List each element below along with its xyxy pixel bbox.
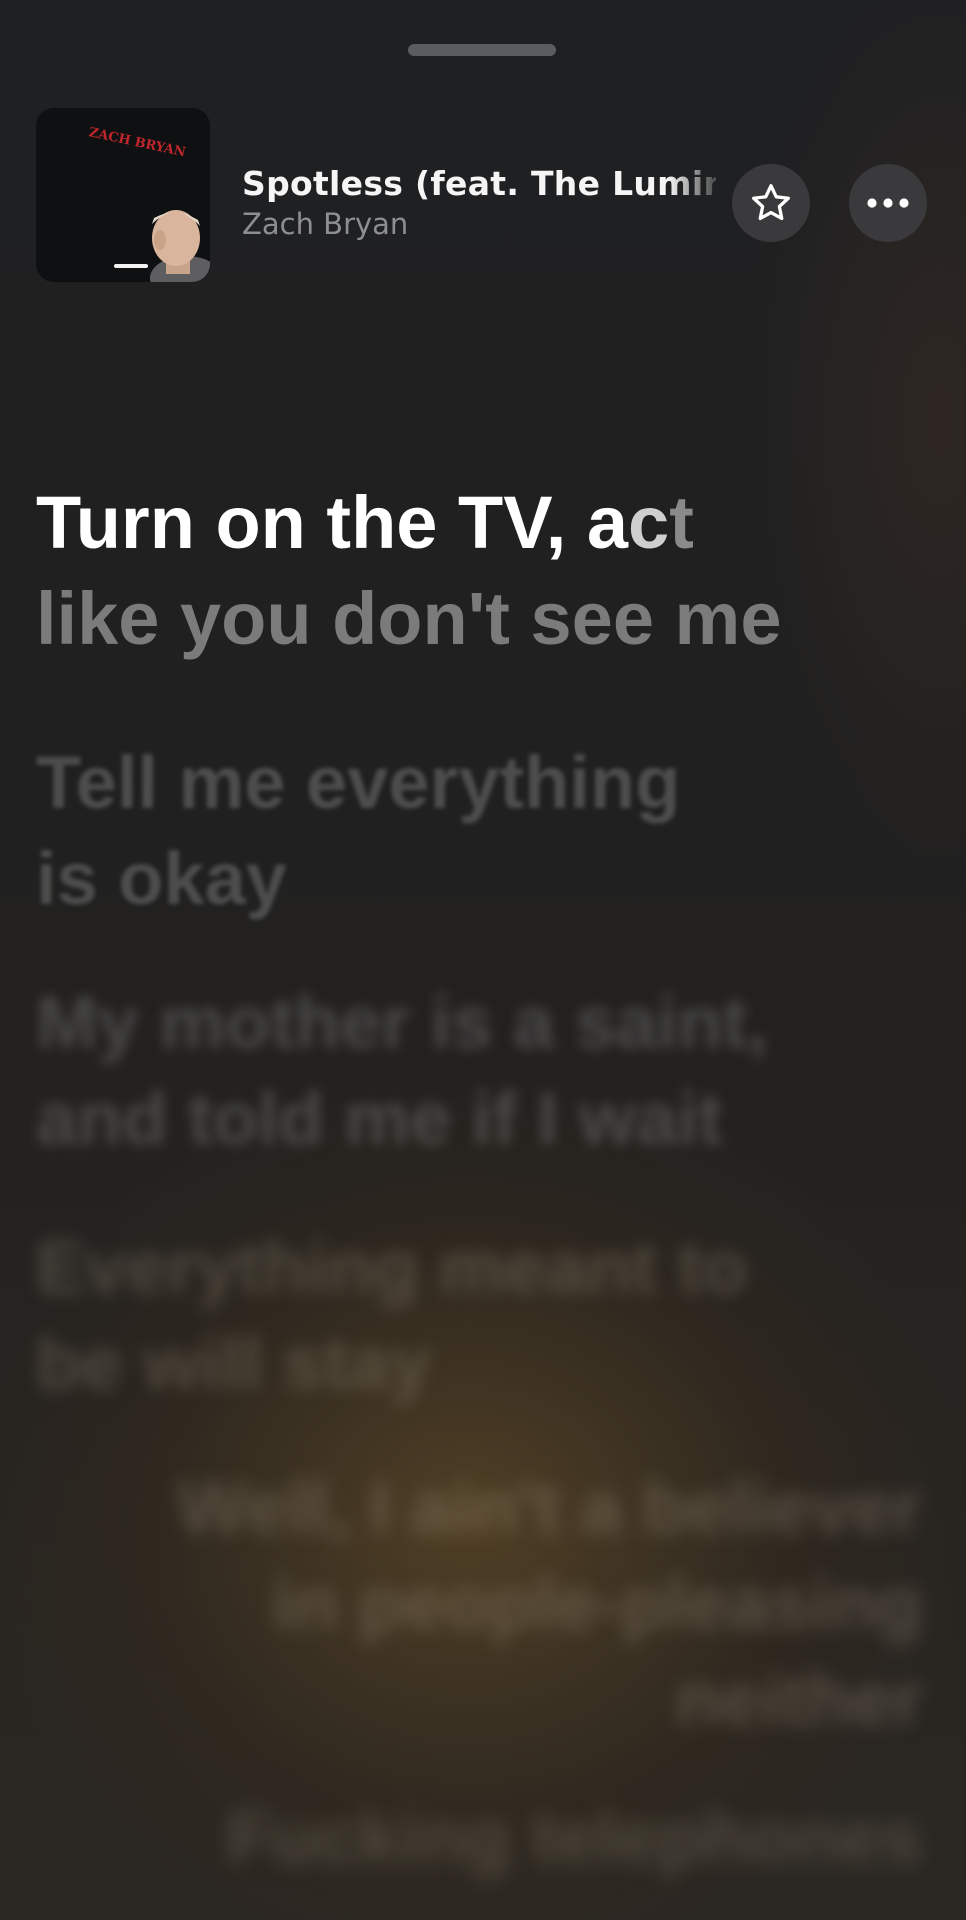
lyric-text: Tell me everything xyxy=(36,741,681,824)
lyric-line[interactable]: My mother is a saint, and told me if I w… xyxy=(36,975,768,1167)
artwork-image: ZACH BRYAN xyxy=(36,108,210,282)
lyric-text: My mother is a saint, xyxy=(36,981,768,1064)
song-title[interactable]: Spotless (feat. The Lumineers) xyxy=(242,164,716,203)
star-icon xyxy=(752,184,790,221)
lyric-text: Everything meant to xyxy=(36,1226,748,1309)
more-button[interactable] xyxy=(849,164,927,242)
sheet-grabber[interactable] xyxy=(408,44,556,56)
ellipsis-icon xyxy=(867,198,909,208)
lyric-text: neither xyxy=(675,1658,922,1741)
lyric-line-2: like you don't see me xyxy=(36,577,782,660)
album-artwork[interactable]: ZACH BRYAN xyxy=(36,108,210,282)
artist-name[interactable]: Zach Bryan xyxy=(242,207,408,241)
lyric-letter-singing: c xyxy=(628,481,670,564)
favorite-button[interactable] xyxy=(732,164,810,242)
lyric-line-background-vocal[interactable]: Fucking telephones xyxy=(227,1790,922,1886)
lyric-text: and told me if I wait xyxy=(36,1077,723,1160)
active-lyric-line[interactable]: Turn on the TV, act like you don't see m… xyxy=(36,475,782,667)
lyric-text: is okay xyxy=(36,837,287,920)
lyric-letter-upcoming: t xyxy=(669,481,694,564)
lyric-line[interactable]: Everything meant to be will stay xyxy=(36,1220,747,1412)
lyric-word-sung: Turn on the TV, xyxy=(36,481,587,564)
lyric-text: in people-pleasing xyxy=(272,1562,922,1645)
lyric-letter-sung: a xyxy=(586,481,629,564)
lyric-line-background-vocal[interactable]: Well, I ain't a believer in people-pleas… xyxy=(178,1460,922,1748)
lyric-text: Well, I ain't a believer xyxy=(177,1466,922,1549)
lyric-text: Fucking telephones xyxy=(227,1796,922,1879)
lyric-line-1: Turn on the TV, act xyxy=(36,475,782,571)
lyric-text: be will stay xyxy=(36,1322,431,1405)
lyric-line[interactable]: Tell me everything is okay xyxy=(36,735,680,927)
